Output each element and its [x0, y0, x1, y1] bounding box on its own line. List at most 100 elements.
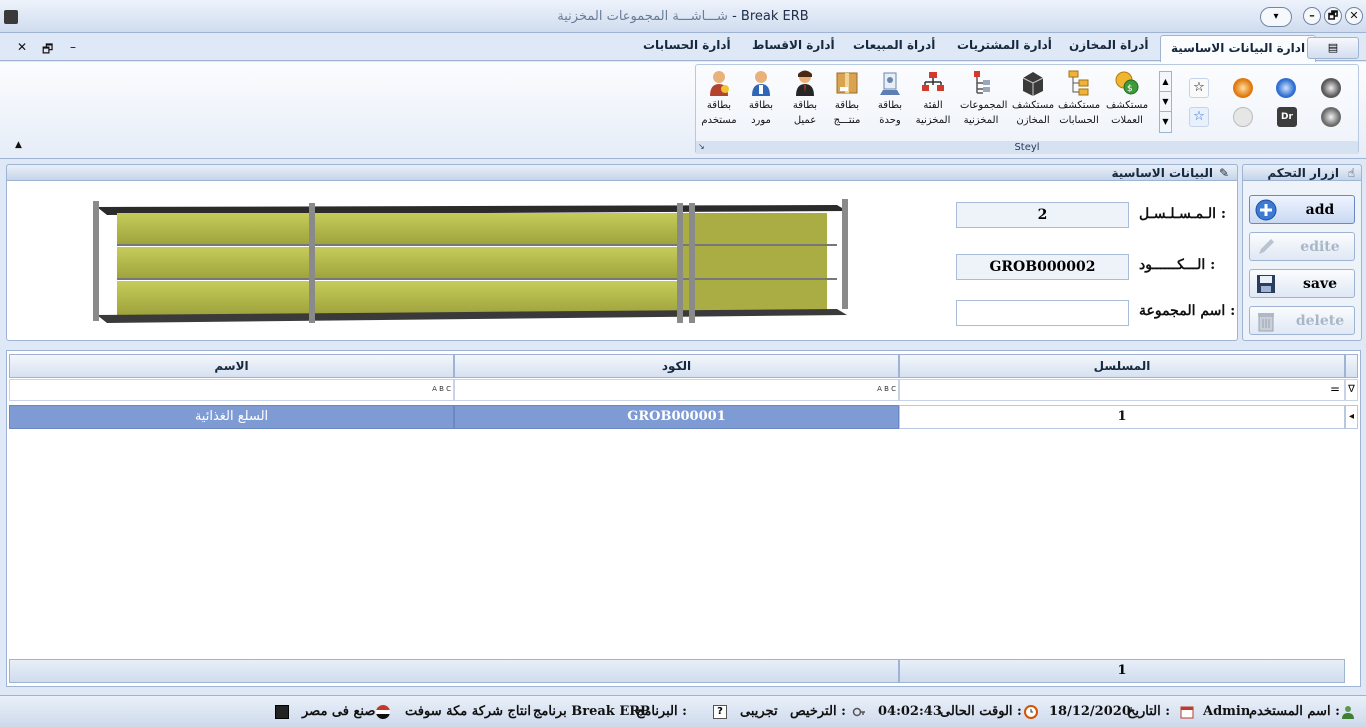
currencies-explorer-label-1: مستكشف: [1106, 100, 1149, 111]
unit-card-label-2: وحدة: [879, 115, 901, 126]
table-row-code-cell[interactable]: GROB000001: [454, 405, 899, 429]
inventory-category-button[interactable]: الفئة المخزنية: [912, 69, 954, 139]
grid-footer-count: 1: [899, 659, 1345, 683]
serial-field[interactable]: 2: [956, 202, 1129, 228]
hand-icon: ☝: [1347, 166, 1355, 180]
add-button[interactable]: add: [1249, 195, 1355, 224]
restore-window-button[interactable]: 🗗: [1324, 7, 1342, 25]
qr-logo-icon: [275, 705, 289, 719]
grid-header-code[interactable]: الكود: [454, 354, 899, 378]
code-field[interactable]: GROB000002: [956, 254, 1129, 280]
filter-code-cell[interactable]: A B C: [454, 379, 899, 401]
customer-card-label-1: بطاقة: [792, 100, 818, 111]
style-gallery-scrollbar[interactable]: ▲ ▼ ▼: [1159, 71, 1172, 133]
calendar-icon: [1180, 706, 1194, 719]
accounts-explorer-label-2: الحسابات: [1059, 115, 1099, 126]
status-bar: اسم المستخدم : Admin التاريخ : 18/12/202…: [0, 695, 1366, 727]
style-gallery-item-blue-sphere[interactable]: [1276, 78, 1296, 98]
warehouse-explorer-button[interactable]: مستكشف المخازن: [1012, 69, 1054, 139]
style-gallery-item-star[interactable]: ☆: [1189, 78, 1209, 98]
product-card-label-2: منتـــج: [833, 115, 861, 126]
style-gallery-item-orange-ring[interactable]: [1233, 78, 1253, 98]
gallery-scroll-up-icon[interactable]: ▲: [1160, 72, 1171, 92]
add-button-label: add: [1305, 202, 1335, 218]
egypt-flag-icon: [376, 705, 390, 719]
ribbon-collapse-icon[interactable]: ▲: [15, 140, 22, 150]
date-value: 18/12/2020: [1049, 704, 1131, 719]
user-icon: [710, 71, 729, 96]
customer-card-button[interactable]: بطاقة عميل: [784, 69, 826, 139]
save-icon: [1257, 275, 1275, 293]
grid-header-name[interactable]: الاسم: [9, 354, 454, 378]
group-name-input[interactable]: [956, 300, 1129, 326]
application-menu-button[interactable]: ▤: [1307, 37, 1359, 59]
serial-label: الـمـسـلـسـل :: [1139, 206, 1227, 222]
user-card-button[interactable]: بطاقة مستخدم: [698, 69, 740, 139]
product-card-button[interactable]: بطاقة منتـــج: [826, 69, 868, 139]
edit-note-icon: ✎: [1218, 166, 1229, 180]
product-icon: [836, 72, 858, 94]
tab-accounts-management[interactable]: أدارة الحسابات: [643, 38, 731, 58]
style-gallery-item-gray-sphere[interactable]: [1321, 107, 1341, 127]
user-card-label-1: بطاقة: [706, 100, 732, 111]
table-row-name-cell[interactable]: السلع الغذائية: [9, 405, 454, 429]
currencies-explorer-button[interactable]: $ مستكشف العملات: [1106, 69, 1148, 139]
inventory-groups-label-2: المخزنية: [963, 115, 999, 126]
style-gallery-item-silver[interactable]: [1233, 107, 1253, 127]
mdi-close-icon[interactable]: ✕: [17, 40, 27, 54]
inventory-shelf-image: [93, 199, 848, 323]
tab-installments-management[interactable]: أدارة الاقساط: [752, 38, 835, 58]
mdi-restore-icon[interactable]: 🗗: [42, 40, 53, 61]
license-label: الترخيص :: [790, 704, 846, 719]
inventory-groups-button[interactable]: المجموعات المخزنية: [960, 69, 1007, 139]
filter-equals-icon: =: [1329, 382, 1340, 396]
basic-data-panel: ✎ البيانات الاساسية الـمـسـلـسـل : 2 الـ…: [6, 164, 1238, 341]
warehouse-explorer-label-1: مستكشف: [1012, 100, 1055, 111]
help-icon: ?: [713, 705, 727, 719]
style-gallery-item-blue-star[interactable]: ☆: [1189, 107, 1209, 127]
filter-funnel-icon[interactable]: ∇: [1345, 379, 1358, 401]
tab-basic-data-management[interactable]: ادارة البيانات الاساسية: [1160, 35, 1317, 62]
inventory-category-label-1: الفئة: [923, 100, 943, 111]
time-label: الوقت الحالى :: [940, 704, 1022, 719]
tab-stores-management[interactable]: أدراة المخازن: [1069, 38, 1149, 58]
basic-data-title: البيانات الاساسية: [1111, 166, 1213, 180]
minimize-window-button[interactable]: –: [1303, 7, 1321, 25]
row-indicator-icon[interactable]: ◂: [1345, 405, 1358, 429]
ribbon-group-caption: Steyl: [696, 141, 1358, 154]
tab-sales-management[interactable]: أدراة المبيعات: [853, 38, 935, 58]
save-button-label: save: [1303, 276, 1337, 292]
gallery-more-icon[interactable]: ▼: [1160, 112, 1171, 132]
supplier-card-label-2: مورد: [751, 115, 771, 126]
edit-button[interactable]: edite: [1249, 232, 1355, 261]
style-gallery-item-dr[interactable]: Dr: [1277, 107, 1297, 127]
license-key-icon: [852, 707, 865, 717]
warehouse-icon: [1022, 72, 1044, 96]
filter-name-cell[interactable]: A B C: [9, 379, 454, 401]
gallery-scroll-down-icon[interactable]: ▼: [1160, 92, 1171, 112]
quick-access-dropdown-button[interactable]: ▾: [1260, 7, 1292, 27]
mdi-minimize-icon[interactable]: –: [70, 40, 76, 54]
supplier-icon: [752, 71, 770, 96]
save-button[interactable]: save: [1249, 269, 1355, 298]
filter-abc-icon: A B C: [877, 385, 896, 393]
group-launcher-icon[interactable]: ↘: [698, 142, 705, 151]
date-label: التاريخ :: [1127, 704, 1171, 719]
accounts-explorer-button[interactable]: مستكشف الحسابات: [1058, 69, 1100, 139]
filter-serial-cell[interactable]: =: [899, 379, 1345, 401]
delete-button[interactable]: delete: [1249, 306, 1355, 335]
style-gallery-item-dark-sphere[interactable]: [1321, 78, 1341, 98]
close-window-button[interactable]: ✕: [1345, 7, 1363, 25]
control-buttons-panel: ☝ ازرار التحكم add edite save delete: [1242, 164, 1362, 341]
tab-purchases-management[interactable]: أدارة المشتريات: [957, 38, 1052, 58]
menu-tab-row: ✕ 🗗 – أدارة الحسابات أدارة الاقساط أدراة…: [0, 33, 1366, 62]
supplier-card-button[interactable]: بطاقة مورد: [740, 69, 782, 139]
unit-card-button[interactable]: بطاقة وحدة: [869, 69, 911, 139]
grid-header-serial[interactable]: المسلسل: [899, 354, 1345, 378]
delete-icon: [1258, 313, 1274, 332]
accounts-explorer-label-1: مستكشف: [1058, 100, 1101, 111]
customer-card-label-2: عميل: [793, 115, 817, 126]
user-label: اسم المستخدم :: [1249, 704, 1340, 719]
inventory-category-label-2: المخزنية: [915, 115, 951, 126]
table-row-serial-cell[interactable]: 1: [899, 405, 1345, 429]
